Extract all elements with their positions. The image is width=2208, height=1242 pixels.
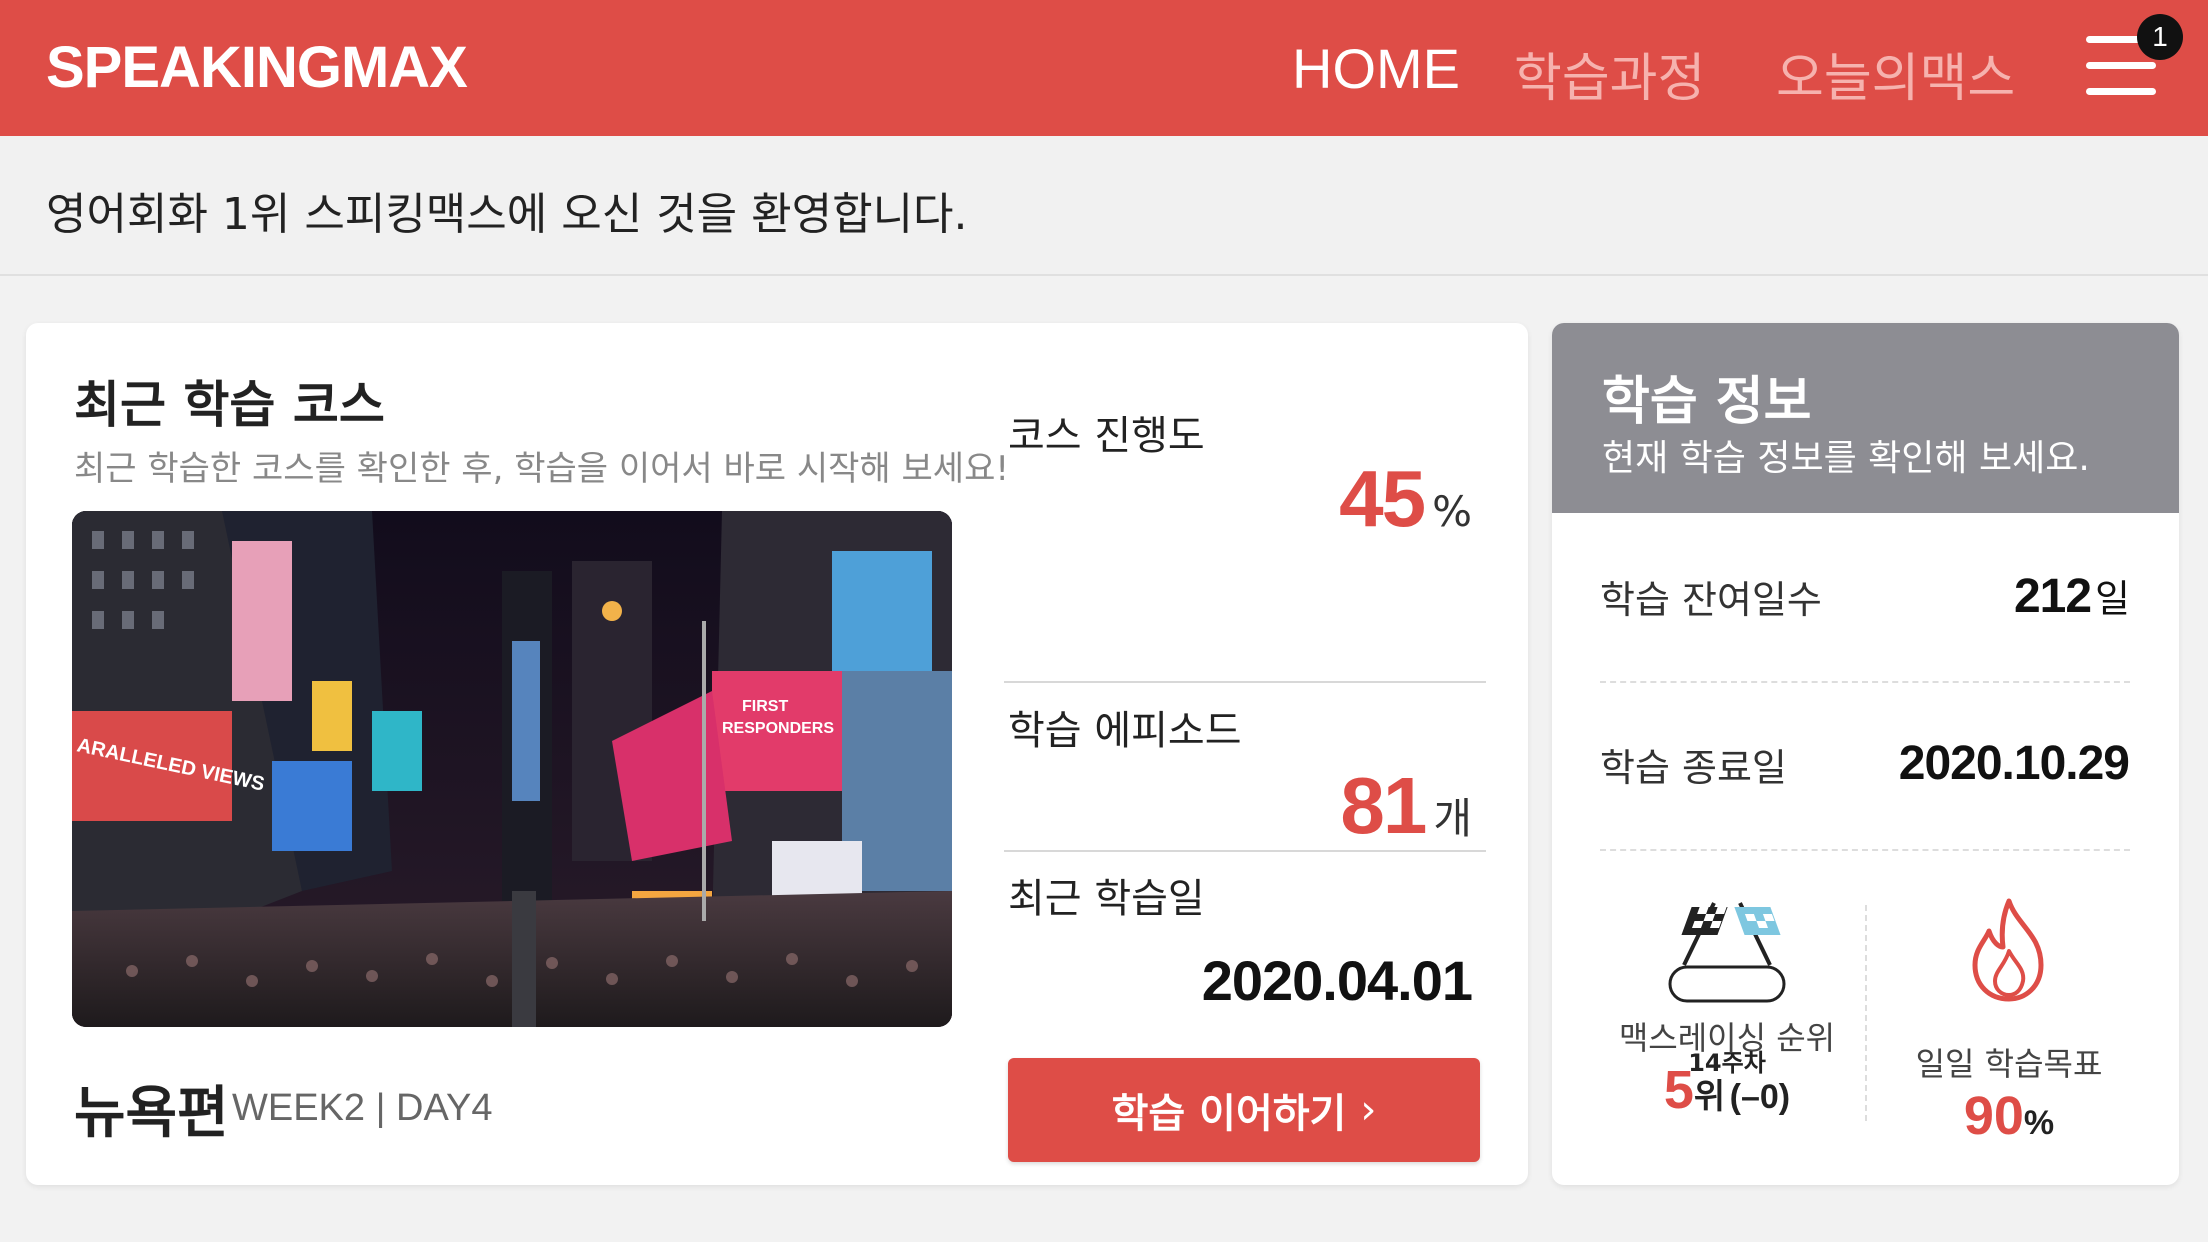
learning-info-header: 학습 정보 현재 학습 정보를 확인해 보세요. <box>1552 323 2179 513</box>
recent-course-card: 최근 학습 코스 최근 학습한 코스를 확인한 후, 학습을 이어서 바로 시작… <box>26 323 1528 1185</box>
learning-info-card: 학습 정보 현재 학습 정보를 확인해 보세요. 학습 잔여일수 212 일 학습… <box>1552 323 2179 1185</box>
max-racing-rank[interactable]: 14주차 맥스레이싱 순위 5위 (–0) <box>1612 895 1842 1121</box>
welcome-banner: 영어회화 1위 스피킹맥스에 오신 것을 환영합니다. <box>0 136 2208 276</box>
last-study-date: 2020.04.01 <box>1201 948 1473 1013</box>
last-study-date-text: 2020.04.01 <box>1201 949 1473 1012</box>
chevron-right-icon: › <box>1360 1087 1377 1133</box>
daily-goal[interactable]: 일일 학습목표 90% <box>1894 895 2124 1147</box>
progress-number: 45 <box>1339 454 1426 543</box>
remaining-days-number: 212 <box>2013 570 2092 623</box>
nav-todays-max[interactable]: 오늘의맥스 <box>1776 36 2015 111</box>
divider <box>1004 681 1486 683</box>
svg-text:RESPONDERS: RESPONDERS <box>722 720 834 737</box>
progress-value: 45% <box>1339 453 1472 545</box>
daily-goal-unit: % <box>2023 1104 2055 1142</box>
notification-badge: 1 <box>2137 14 2183 60</box>
app-logo[interactable]: SPEAKINGMAX <box>46 34 468 101</box>
course-name: 뉴욕편 <box>74 1081 229 1146</box>
recent-course-subtitle: 최근 학습한 코스를 확인한 후, 학습을 이어서 바로 시작해 보세요! <box>74 449 1009 489</box>
divider <box>1600 849 2130 851</box>
course-week-day: WEEK2 | DAY4 <box>232 1087 493 1129</box>
end-date-label: 학습 종료일 <box>1600 746 1787 790</box>
progress-label: 코스 진행도 <box>1008 413 1205 459</box>
learning-info-subtitle: 현재 학습 정보를 확인해 보세요. <box>1602 438 2090 479</box>
episode-number: 81 <box>1340 761 1427 850</box>
daily-goal-number: 90 <box>1963 1086 2024 1146</box>
progress-unit: % <box>1432 487 1472 536</box>
racing-week-badge: 14주차 <box>1688 1049 1766 1077</box>
remaining-days-value: 212 일 <box>2013 568 2130 624</box>
continue-learning-label: 학습 이어하기 <box>1111 1091 1347 1137</box>
continue-learning-button[interactable]: 학습 이어하기 › <box>1008 1058 1480 1162</box>
daily-goal-value: 90% <box>1894 1085 2124 1147</box>
learning-info-title: 학습 정보 <box>1602 372 1812 432</box>
racing-flags-icon <box>1668 902 1786 1003</box>
episode-unit: 개 <box>1433 794 1472 843</box>
episode-value: 81 개 <box>1340 760 1472 852</box>
vertical-divider <box>1865 905 1867 1121</box>
svg-text:FIRST: FIRST <box>742 698 788 715</box>
welcome-text: 영어회화 1위 스피킹맥스에 오신 것을 환영합니다. <box>46 189 968 240</box>
divider <box>1600 681 2130 683</box>
end-date-value: 2020.10.29 <box>1898 737 2130 790</box>
divider <box>1004 850 1486 852</box>
daily-goal-label: 일일 학습목표 <box>1915 1045 2103 1083</box>
nav-courses[interactable]: 학습과정 <box>1514 36 1705 111</box>
nav-home[interactable]: HOME <box>1292 36 1460 101</box>
episode-label: 학습 에피소드 <box>1008 708 1242 754</box>
racing-rank-change: (–0) <box>1729 1078 1791 1116</box>
top-navigation-bar: SPEAKINGMAX HOME 학습과정 오늘의맥스 1 <box>0 0 2208 136</box>
times-square-photo[interactable]: ARALLELED VIEWS FIRST RESPONDERS <box>72 511 952 1027</box>
racing-rank-unit: 위 <box>1693 1078 1726 1116</box>
last-study-label: 최근 학습일 <box>1008 876 1205 922</box>
flame-icon <box>1972 898 2044 1002</box>
recent-course-title: 최근 학습 코스 <box>74 376 385 434</box>
remaining-days-unit: 일 <box>2095 577 2130 621</box>
remaining-days-label: 학습 잔여일수 <box>1600 578 1822 622</box>
